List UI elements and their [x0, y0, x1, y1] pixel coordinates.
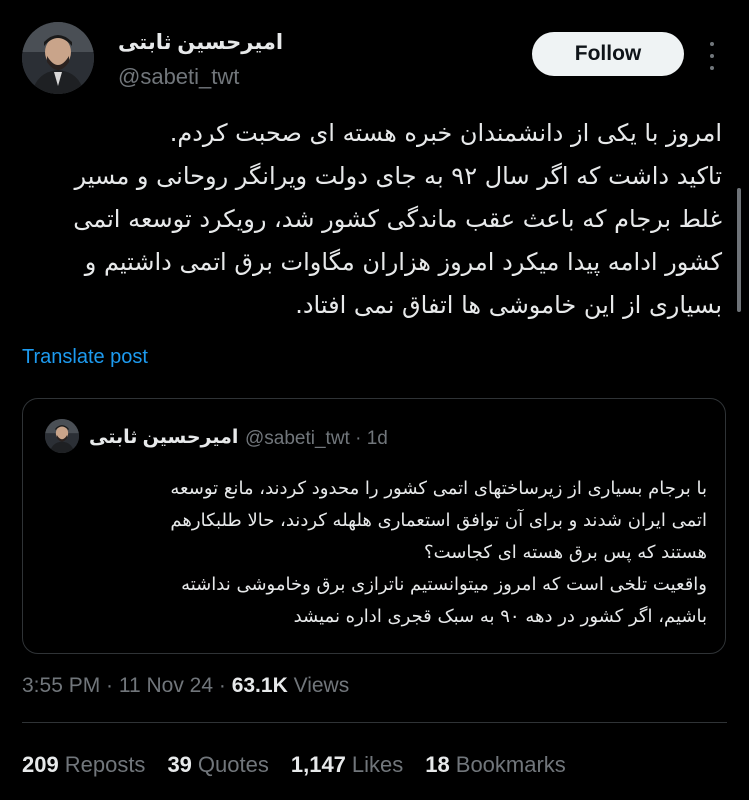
quoted-line: اتمی ایران شدند و برای آن توافق استعماری… — [170, 510, 707, 531]
quoted-author-name: امیرحسین ثابتی — [89, 427, 239, 448]
views-label: Views — [287, 674, 350, 697]
quotes-label: Quotes — [197, 752, 269, 777]
post-line: غلط برجام که باعث عقب ماندگی کشور شد، رو… — [73, 205, 722, 233]
quoted-author-avatar — [45, 419, 79, 453]
quoted-line: با برجام بسیاری از زیرساختهای اتمی کشور … — [170, 478, 707, 499]
quotes-stat[interactable]: 39 Quotes — [167, 752, 268, 778]
quoted-post[interactable]: امیرحسین ثابتی @sabeti_twt · 1d با برجام… — [22, 398, 726, 654]
scrollbar[interactable] — [737, 188, 741, 312]
bookmarks-count: 18 — [425, 752, 450, 777]
quoted-line: هستند که پس برق هسته ای کجاست؟ — [424, 542, 707, 563]
reposts-stat[interactable]: 209 Reposts — [22, 752, 145, 778]
post-line: امروز با یکی از دانشمندان خبره هسته ای ص… — [169, 119, 722, 147]
quotes-count: 39 — [167, 752, 192, 777]
translate-post-link[interactable]: Translate post — [22, 346, 148, 369]
author-display-name[interactable]: امیرحسین ثابتی — [118, 30, 283, 55]
post-line: تاکید داشت که اگر سال ۹۲ به جای دولت ویر… — [74, 162, 722, 190]
quoted-line: باشیم، اگر کشور در دهه ۹۰ به سبک قجری اد… — [293, 606, 707, 627]
bookmarks-label: Bookmarks — [455, 752, 566, 777]
author-handle[interactable]: @sabeti_twt — [118, 64, 239, 90]
time-date[interactable]: 3:55 PM · 11 Nov 24 · — [22, 674, 232, 697]
post-line: بسیاری از این خاموشی ها اتفاق نمی افتاد. — [295, 291, 722, 319]
more-icon[interactable] — [700, 42, 724, 70]
likes-stat[interactable]: 1,147 Likes — [291, 752, 403, 778]
reposts-label: Reposts — [64, 752, 146, 777]
author-avatar[interactable] — [22, 22, 94, 94]
post-text: امروز با یکی از دانشمندان خبره هسته ای ص… — [22, 112, 722, 327]
post-line: کشور ادامه پیدا میکرد امروز هزاران مگاوا… — [84, 248, 722, 276]
post-timestamp: 3:55 PM · 11 Nov 24 · 63.1K Views — [22, 674, 349, 698]
reposts-count: 209 — [22, 752, 59, 777]
bookmarks-stat[interactable]: 18 Bookmarks — [425, 752, 566, 778]
quoted-handle-time: @sabeti_twt · 1d — [245, 428, 388, 449]
engagement-stats: 209 Reposts 39 Quotes 1,147 Likes 18 Bookmar… — [22, 752, 566, 778]
quoted-line: واقعیت تلخی است که امروز میتوانستیم ناتر… — [181, 574, 707, 595]
divider — [22, 722, 727, 723]
views-count: 63.1K — [231, 674, 288, 697]
likes-count: 1,147 — [290, 752, 346, 777]
quoted-text: با برجام بسیاری از زیرساختهای اتمی کشور … — [39, 473, 707, 633]
likes-label: Likes — [351, 752, 404, 777]
follow-button[interactable]: Follow — [532, 32, 684, 76]
